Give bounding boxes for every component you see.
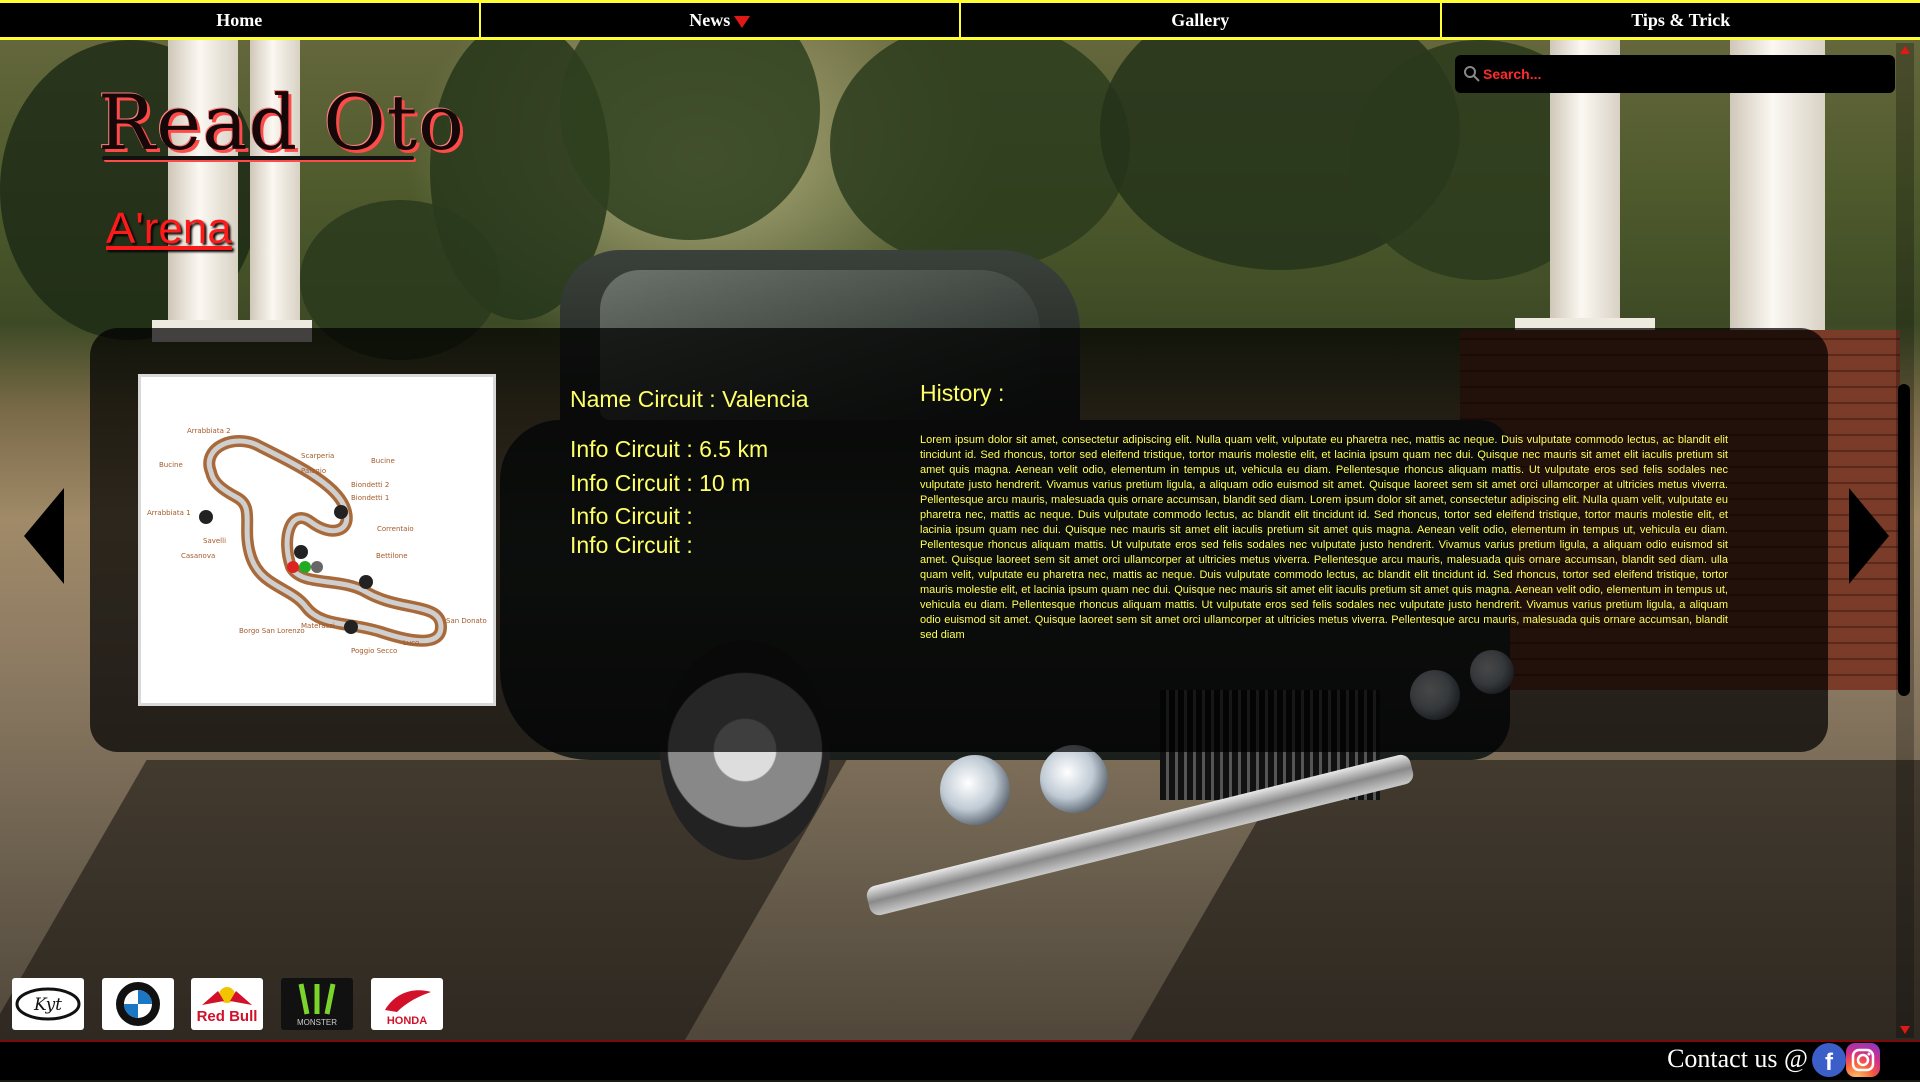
circuit-info: Info Circuit : 10 m (570, 470, 750, 497)
sponsor-honda-logo[interactable]: HONDA (371, 978, 443, 1030)
map-label: Materassi (301, 622, 335, 630)
sponsor-bmw-logo[interactable] (102, 978, 174, 1030)
nav-news[interactable]: News (481, 3, 962, 37)
contact-label: Contact us @ (1667, 1044, 1808, 1074)
circuit-info: Info Circuit : (570, 532, 693, 559)
scroll-thumb[interactable] (1898, 384, 1910, 696)
nav-gallery-label: Gallery (1171, 10, 1229, 31)
caret-down-icon (734, 16, 750, 28)
nav-gallery[interactable]: Gallery (961, 3, 1442, 37)
footer-bar (0, 1040, 1920, 1080)
map-label: Bettilone (376, 552, 408, 560)
history-title: History : (920, 380, 1004, 407)
slider-prev-arrow-icon[interactable] (24, 488, 64, 584)
circuit-info: Info Circuit : (570, 503, 693, 530)
site-logo: Read Oto (98, 78, 465, 167)
circuit-info: Info Circuit : 6.5 km (570, 436, 768, 463)
nav-tips[interactable]: Tips & Trick (1442, 3, 1920, 37)
search-box (1455, 55, 1895, 93)
map-label: Arrabbiata 1 (147, 509, 191, 517)
map-label: Casanova (181, 552, 215, 560)
sponsor-monster-logo[interactable]: MONSTER (281, 978, 353, 1030)
map-label: Biondetti 1 (351, 494, 389, 502)
search-input[interactable] (1481, 65, 1865, 83)
nav-home[interactable]: Home (0, 3, 481, 37)
history-text: Lorem ipsum dolor sit amet, consectetur … (920, 433, 1728, 643)
map-label: Savelli (203, 537, 226, 545)
map-label: Bucine (371, 457, 395, 465)
slider-next-arrow-icon[interactable] (1849, 488, 1889, 584)
map-label: Luco (403, 639, 419, 647)
svg-text:Red Bull: Red Bull (197, 1008, 258, 1025)
circuit-map: Arrabbiata 2 Scarperia Palagio Bucine Ar… (138, 374, 496, 706)
sponsor-kyt-logo[interactable]: Kyt (12, 978, 84, 1030)
scroll-up-icon[interactable] (1900, 46, 1910, 54)
nav-home-label: Home (216, 10, 262, 31)
nav-news-label: News (689, 10, 730, 31)
sponsor-redbull-logo[interactable]: Red Bull (191, 978, 263, 1030)
svg-text:MONSTER: MONSTER (297, 1018, 337, 1027)
instagram-icon[interactable] (1846, 1043, 1880, 1077)
map-label: Borgo San Lorenzo (239, 627, 305, 635)
map-label: Correntaio (377, 525, 414, 533)
svg-text:f: f (1825, 1049, 1834, 1076)
nav-tips-label: Tips & Trick (1631, 10, 1730, 31)
map-label: Palagio (301, 467, 326, 475)
map-label: Scarperia (301, 452, 334, 460)
map-label: San Donato (446, 617, 487, 625)
circuit-name: Name Circuit : Valencia (570, 386, 809, 413)
svg-text:Kyt: Kyt (33, 995, 62, 1015)
map-label: Biondetti 2 (351, 481, 389, 489)
svg-text:HONDA: HONDA (387, 1015, 427, 1027)
map-label: Bucine (159, 461, 183, 469)
arena-link[interactable]: A'rena (106, 204, 232, 254)
search-icon (1463, 65, 1481, 83)
map-label: Poggio Secco (351, 647, 397, 655)
main-nav: Home News Gallery Tips & Trick (0, 0, 1920, 40)
logo-underline (102, 156, 414, 160)
scroll-down-icon[interactable] (1900, 1026, 1910, 1034)
facebook-icon[interactable]: f (1812, 1043, 1846, 1077)
map-label: Arrabbiata 2 (187, 427, 231, 435)
